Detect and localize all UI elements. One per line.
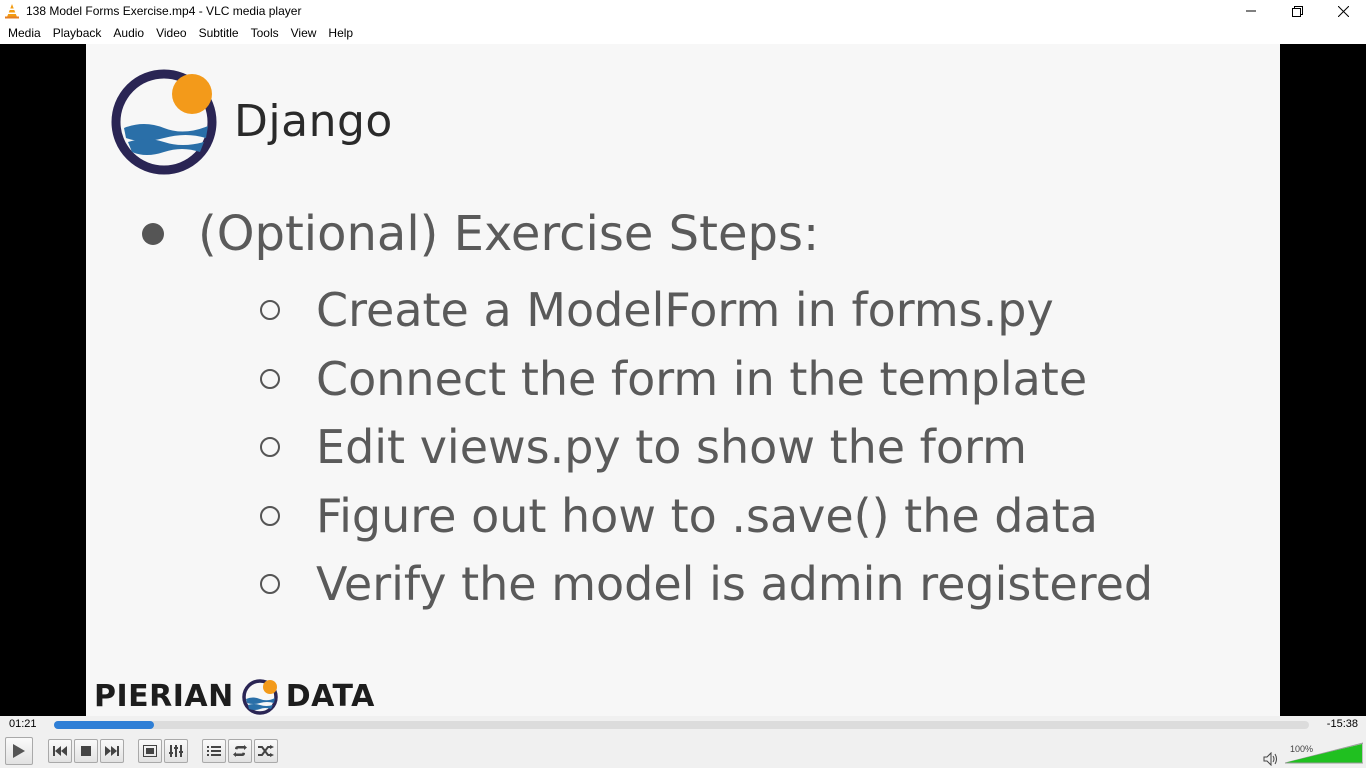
- restore-button[interactable]: [1274, 0, 1320, 22]
- skip-previous-icon: [53, 746, 67, 756]
- play-button[interactable]: [5, 737, 33, 765]
- shuffle-icon: [258, 745, 274, 757]
- step-text: Verify the model is admin registered: [316, 557, 1154, 612]
- bullet-circle-icon: [260, 437, 280, 458]
- pierian-data-logo: PIERIAN DATA: [94, 676, 375, 716]
- pierian-word: PIERIAN: [94, 678, 234, 714]
- seek-progress-fill: [54, 721, 155, 729]
- equalizer-icon: [169, 745, 183, 757]
- previous-button[interactable]: [48, 739, 72, 763]
- play-icon: [13, 744, 25, 758]
- list-item: Verify the model is admin registered: [260, 550, 1153, 619]
- playlist-icon: [207, 746, 221, 756]
- step-text: Create a ModelForm in forms.py: [316, 283, 1054, 338]
- fullscreen-icon: [143, 745, 157, 757]
- shuffle-button[interactable]: [254, 739, 278, 763]
- stop-icon: [81, 746, 91, 756]
- list-item: Create a ModelForm in forms.py: [260, 276, 1153, 345]
- vlc-cone-icon: [5, 4, 19, 19]
- video-display[interactable]: Django (Optional) Exercise Steps: Create…: [0, 44, 1366, 716]
- pierian-logo-icon: [241, 679, 278, 715]
- title-bar: 138 Model Forms Exercise.mp4 - VLC media…: [0, 0, 1366, 22]
- extended-settings-button[interactable]: [164, 739, 188, 763]
- bullet-circle-icon: [260, 300, 280, 321]
- bullet-circle-icon: [260, 368, 280, 389]
- seek-slider[interactable]: [54, 721, 1309, 729]
- window-title: 138 Model Forms Exercise.mp4 - VLC media…: [26, 4, 302, 18]
- list-item: Figure out how to .save() the data: [260, 482, 1153, 551]
- main-bullet-text: (Optional) Exercise Steps:: [198, 206, 820, 262]
- loop-icon: [233, 745, 247, 757]
- loop-button[interactable]: [228, 739, 252, 763]
- elapsed-time: 01:21: [9, 718, 37, 730]
- menu-video[interactable]: Video: [150, 22, 192, 44]
- close-button[interactable]: [1320, 0, 1366, 22]
- menu-tools[interactable]: Tools: [245, 22, 285, 44]
- menu-media[interactable]: Media: [2, 22, 47, 44]
- skip-next-icon: [105, 746, 119, 756]
- steps-list: Create a ModelForm in forms.py Connect t…: [260, 276, 1153, 619]
- menu-view[interactable]: View: [285, 22, 323, 44]
- remaining-time[interactable]: -15:38: [1327, 718, 1358, 730]
- seek-row: 01:21 -15:38: [0, 716, 1366, 734]
- menu-subtitle[interactable]: Subtitle: [193, 22, 245, 44]
- playlist-button[interactable]: [202, 739, 226, 763]
- list-item: Connect the form in the template: [260, 345, 1153, 414]
- data-word: DATA: [285, 678, 375, 714]
- menu-audio[interactable]: Audio: [107, 22, 150, 44]
- restore-icon: [1291, 5, 1303, 17]
- bullet-circle-icon: [260, 574, 280, 595]
- stop-button[interactable]: [74, 739, 98, 763]
- volume-slider[interactable]: [1285, 742, 1363, 764]
- bullet-dot-icon: [142, 223, 164, 245]
- bullet-circle-icon: [260, 505, 280, 526]
- step-text: Figure out how to .save() the data: [316, 488, 1098, 543]
- menu-playback[interactable]: Playback: [47, 22, 108, 44]
- slide-content: Django (Optional) Exercise Steps: Create…: [86, 44, 1280, 716]
- minimize-icon: [1246, 10, 1256, 12]
- speaker-icon[interactable]: [1263, 752, 1279, 766]
- step-text: Edit views.py to show the form: [316, 420, 1027, 475]
- list-item: Edit views.py to show the form: [260, 413, 1153, 482]
- main-bullet: (Optional) Exercise Steps:: [142, 206, 819, 262]
- controls-bar: 100%: [0, 734, 1366, 768]
- menu-bar: Media Playback Audio Video Subtitle Tool…: [0, 22, 1366, 44]
- fullscreen-button[interactable]: [138, 739, 162, 763]
- step-text: Connect the form in the template: [316, 351, 1088, 406]
- django-logo-icon: [111, 69, 217, 175]
- django-brand-text: Django: [234, 96, 393, 147]
- menu-help[interactable]: Help: [322, 22, 359, 44]
- minimize-button[interactable]: [1228, 0, 1274, 22]
- close-icon: [1337, 5, 1349, 17]
- next-button[interactable]: [100, 739, 124, 763]
